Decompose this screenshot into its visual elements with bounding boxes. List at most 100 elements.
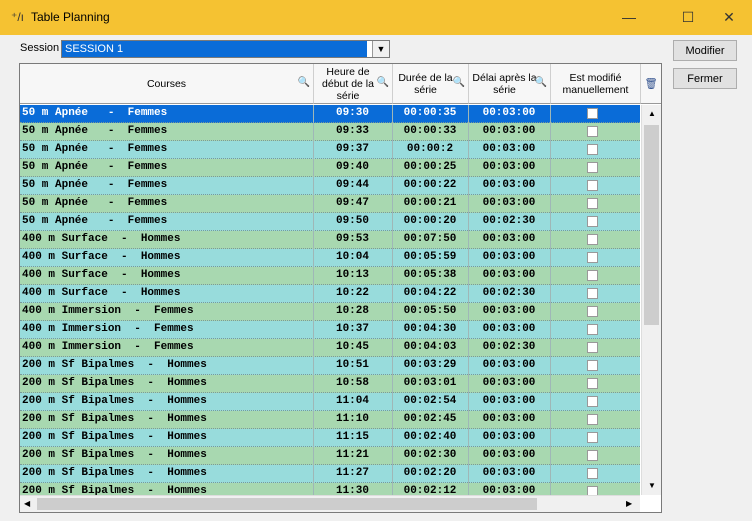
header-heure[interactable]: Heure de début de la série 🔍 bbox=[314, 64, 393, 104]
scroll-up-icon[interactable]: ▲ bbox=[648, 109, 656, 118]
modified-checkbox[interactable] bbox=[587, 126, 598, 137]
course-cell[interactable]: 50 m Apnée - Femmes bbox=[22, 141, 312, 158]
time-cell[interactable]: 10:58 bbox=[314, 375, 391, 392]
search-icon[interactable]: 🔍 bbox=[298, 77, 310, 89]
vertical-scroll-thumb[interactable] bbox=[644, 125, 659, 325]
modified-checkbox[interactable] bbox=[587, 306, 598, 317]
modified-checkbox[interactable] bbox=[587, 108, 598, 119]
course-cell[interactable]: 50 m Apnée - Femmes bbox=[22, 213, 312, 230]
course-cell[interactable]: 50 m Apnée - Femmes bbox=[22, 105, 312, 122]
course-cell[interactable]: 200 m Sf Bipalmes - Hommes bbox=[22, 375, 312, 392]
delay-cell[interactable]: 00:03:00 bbox=[469, 447, 549, 464]
time-cell[interactable]: 10:04 bbox=[314, 249, 391, 266]
search-icon[interactable]: 🔍 bbox=[377, 77, 389, 89]
header-courses[interactable]: Courses 🔍 bbox=[20, 64, 314, 104]
time-cell[interactable]: 11:15 bbox=[314, 429, 391, 446]
delay-cell[interactable]: 00:03:00 bbox=[469, 123, 549, 140]
course-cell[interactable]: 200 m Sf Bipalmes - Hommes bbox=[22, 429, 312, 446]
time-cell[interactable]: 09:53 bbox=[314, 231, 391, 248]
modified-checkbox[interactable] bbox=[587, 162, 598, 173]
duration-cell[interactable]: 00:02:40 bbox=[393, 429, 467, 446]
modified-checkbox[interactable] bbox=[587, 288, 598, 299]
delay-cell[interactable]: 00:03:00 bbox=[469, 411, 549, 428]
delay-cell[interactable]: 00:03:00 bbox=[469, 465, 549, 482]
modified-checkbox[interactable] bbox=[587, 216, 598, 227]
course-cell[interactable]: 200 m Sf Bipalmes - Hommes bbox=[22, 483, 312, 495]
table-row[interactable]: 200 m Sf Bipalmes - Hommes 11:10 00:02:45 0… bbox=[20, 411, 640, 429]
modified-checkbox[interactable] bbox=[587, 342, 598, 353]
course-cell[interactable]: 200 m Sf Bipalmes - Hommes bbox=[22, 357, 312, 374]
time-cell[interactable]: 11:27 bbox=[314, 465, 391, 482]
table-row[interactable]: 400 m Surface - Hommes 09:53 00:07:50 00:03… bbox=[20, 231, 640, 249]
course-cell[interactable]: 400 m Surface - Hommes bbox=[22, 267, 312, 284]
duration-cell[interactable]: 00:04:03 bbox=[393, 339, 467, 356]
time-cell[interactable]: 10:28 bbox=[314, 303, 391, 320]
delay-cell[interactable]: 00:02:30 bbox=[469, 339, 549, 356]
delay-cell[interactable]: 00:03:00 bbox=[469, 141, 549, 158]
course-cell[interactable]: 50 m Apnée - Femmes bbox=[22, 159, 312, 176]
modified-checkbox[interactable] bbox=[587, 450, 598, 461]
table-row[interactable]: 200 m Sf Bipalmes - Hommes 11:15 00:02:40 0… bbox=[20, 429, 640, 447]
duration-cell[interactable]: 00:00:21 bbox=[393, 195, 467, 212]
delay-cell[interactable]: 00:03:00 bbox=[469, 321, 549, 338]
duration-cell[interactable]: 00:00:2 bbox=[393, 141, 467, 158]
duration-cell[interactable]: 00:02:12 bbox=[393, 483, 467, 495]
delay-cell[interactable]: 00:03:00 bbox=[469, 249, 549, 266]
header-modifie[interactable]: Est modifié manuellement bbox=[551, 64, 641, 104]
course-cell[interactable]: 200 m Sf Bipalmes - Hommes bbox=[22, 465, 312, 482]
time-cell[interactable]: 09:40 bbox=[314, 159, 391, 176]
modified-checkbox[interactable] bbox=[587, 432, 598, 443]
course-cell[interactable]: 400 m Surface - Hommes bbox=[22, 249, 312, 266]
time-cell[interactable]: 10:22 bbox=[314, 285, 391, 302]
duration-cell[interactable]: 00:03:01 bbox=[393, 375, 467, 392]
header-duree[interactable]: Durée de la série 🔍 bbox=[393, 64, 469, 104]
chevron-down-icon[interactable]: ▼ bbox=[372, 41, 389, 57]
delay-cell[interactable]: 00:03:00 bbox=[469, 429, 549, 446]
modified-checkbox[interactable] bbox=[587, 396, 598, 407]
modified-checkbox[interactable] bbox=[587, 414, 598, 425]
search-icon[interactable]: 🔍 bbox=[535, 77, 547, 89]
vertical-scrollbar[interactable]: ▲ ▼ bbox=[641, 105, 661, 495]
course-cell[interactable]: 50 m Apnée - Femmes bbox=[22, 123, 312, 140]
delay-cell[interactable]: 00:03:00 bbox=[469, 375, 549, 392]
duration-cell[interactable]: 00:03:29 bbox=[393, 357, 467, 374]
table-row[interactable]: 400 m Immersion - Femmes 10:28 00:05:50 00:… bbox=[20, 303, 640, 321]
table-row[interactable]: 400 m Immersion - Femmes 10:45 00:04:03 00:… bbox=[20, 339, 640, 357]
duration-cell[interactable]: 00:00:33 bbox=[393, 123, 467, 140]
modified-checkbox[interactable] bbox=[587, 486, 598, 495]
session-select[interactable]: SESSION 1 ▼ bbox=[61, 40, 390, 58]
duration-cell[interactable]: 00:02:30 bbox=[393, 447, 467, 464]
delay-cell[interactable]: 00:03:00 bbox=[469, 393, 549, 410]
delay-cell[interactable]: 00:03:00 bbox=[469, 159, 549, 176]
delay-cell[interactable]: 00:02:30 bbox=[469, 213, 549, 230]
duration-cell[interactable]: 00:00:22 bbox=[393, 177, 467, 194]
modified-checkbox[interactable] bbox=[587, 144, 598, 155]
time-cell[interactable]: 09:33 bbox=[314, 123, 391, 140]
time-cell[interactable]: 11:10 bbox=[314, 411, 391, 428]
table-row[interactable]: 400 m Immersion - Femmes 10:37 00:04:30 00:… bbox=[20, 321, 640, 339]
close-button[interactable]: ✕ bbox=[706, 0, 752, 35]
duration-cell[interactable]: 00:07:50 bbox=[393, 231, 467, 248]
delay-cell[interactable]: 00:03:00 bbox=[469, 195, 549, 212]
time-cell[interactable]: 09:37 bbox=[314, 141, 391, 158]
duration-cell[interactable]: 00:05:59 bbox=[393, 249, 467, 266]
modifier-button[interactable]: Modifier bbox=[673, 40, 737, 61]
modified-checkbox[interactable] bbox=[587, 270, 598, 281]
modified-checkbox[interactable] bbox=[587, 252, 598, 263]
time-cell[interactable]: 10:13 bbox=[314, 267, 391, 284]
table-row[interactable]: 200 m Sf Bipalmes - Hommes 10:51 00:03:29 0… bbox=[20, 357, 640, 375]
delay-cell[interactable]: 00:03:00 bbox=[469, 357, 549, 374]
header-delai[interactable]: Délai après la série 🔍 bbox=[469, 64, 551, 104]
course-cell[interactable]: 400 m Immersion - Femmes bbox=[22, 303, 312, 320]
table-row[interactable]: 50 m Apnée - Femmes 09:50 00:00:20 00:02:30 bbox=[20, 213, 640, 231]
duration-cell[interactable]: 00:00:25 bbox=[393, 159, 467, 176]
course-cell[interactable]: 400 m Immersion - Femmes bbox=[22, 339, 312, 356]
course-cell[interactable]: 400 m Surface - Hommes bbox=[22, 285, 312, 302]
table-row[interactable]: 50 m Apnée - Femmes 09:40 00:00:25 00:03:00 bbox=[20, 159, 640, 177]
scroll-down-icon[interactable]: ▼ bbox=[648, 481, 656, 490]
course-cell[interactable]: 200 m Sf Bipalmes - Hommes bbox=[22, 393, 312, 410]
delay-cell[interactable]: 00:03:00 bbox=[469, 177, 549, 194]
table-row[interactable]: 200 m Sf Bipalmes - Hommes 11:30 00:02:12 0… bbox=[20, 483, 640, 495]
delay-cell[interactable]: 00:03:00 bbox=[469, 303, 549, 320]
delay-cell[interactable]: 00:03:00 bbox=[469, 267, 549, 284]
